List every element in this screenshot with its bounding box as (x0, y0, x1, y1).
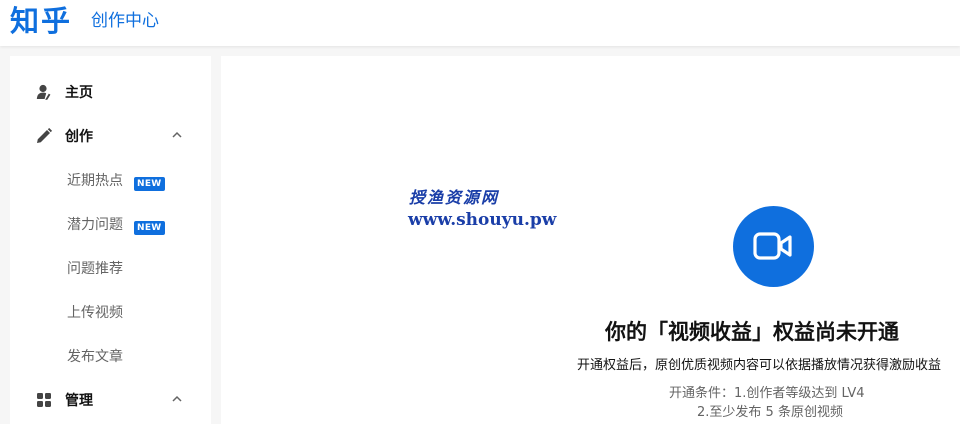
sidebar-subitem-label: 上传视频 (67, 305, 123, 321)
sidebar-subitem-recommended-questions[interactable]: 问题推荐 (10, 247, 211, 291)
sidebar-item-manage[interactable]: 管理 (10, 379, 211, 423)
sidebar-subitem-label: 近期热点 (67, 173, 123, 189)
chevron-up-icon[interactable] (171, 393, 183, 405)
new-badge: NEW (134, 177, 165, 191)
sidebar-subitem-potential-questions[interactable]: 潜力问题 NEW (10, 203, 211, 247)
sidebar-subitem-label: 问题推荐 (67, 261, 123, 277)
video-camera-icon (733, 206, 814, 287)
sidebar-subitem-label: 发布文章 (67, 349, 123, 365)
sidebar: 主页 创作 近期热点 NEW 潜力问题 NEW 问题推荐 上传视频 发布文章 管… (10, 56, 211, 424)
condition-text: 开通条件：1.创作者等级达到 LV4 (669, 386, 865, 401)
condition-text: 2.至少发布 5 条原创视频 (697, 405, 843, 420)
sidebar-subitem-upload-video[interactable]: 上传视频 (10, 291, 211, 335)
sidebar-item-label: 管理 (65, 393, 93, 409)
sidebar-item-create[interactable]: 创作 (10, 115, 211, 159)
user-icon (36, 84, 51, 100)
watermark-text: 授渔资源网 (409, 188, 500, 207)
zhihu-logo[interactable]: 知乎 (10, 3, 72, 39)
sidebar-item-label: 创作 (65, 129, 93, 145)
sidebar-subitem-label: 潜力问题 (67, 217, 123, 233)
page-title: 你的「视频收益」权益尚未开通 (605, 320, 899, 344)
grid-icon (37, 393, 51, 407)
sidebar-item-label: 主页 (65, 85, 93, 101)
pencil-icon (37, 128, 52, 143)
new-badge: NEW (134, 221, 165, 235)
sidebar-subitem-trending[interactable]: 近期热点 NEW (10, 159, 211, 203)
sidebar-subitem-publish-article[interactable]: 发布文章 (10, 335, 211, 379)
main-panel: 授渔资源网 www.shouyu.pw 你的「视频收益」权益尚未开通 开通权益后… (221, 56, 960, 424)
creator-center-title[interactable]: 创作中心 (91, 10, 159, 32)
description-text: 开通权益后，原创优质视频内容可以依据播放情况获得激励收益 (577, 358, 942, 373)
watermark-url: www.shouyu.pw (408, 210, 557, 230)
chevron-up-icon[interactable] (171, 129, 183, 141)
sidebar-item-home[interactable]: 主页 (10, 71, 211, 115)
top-bar: 知乎 创作中心 (0, 0, 960, 46)
